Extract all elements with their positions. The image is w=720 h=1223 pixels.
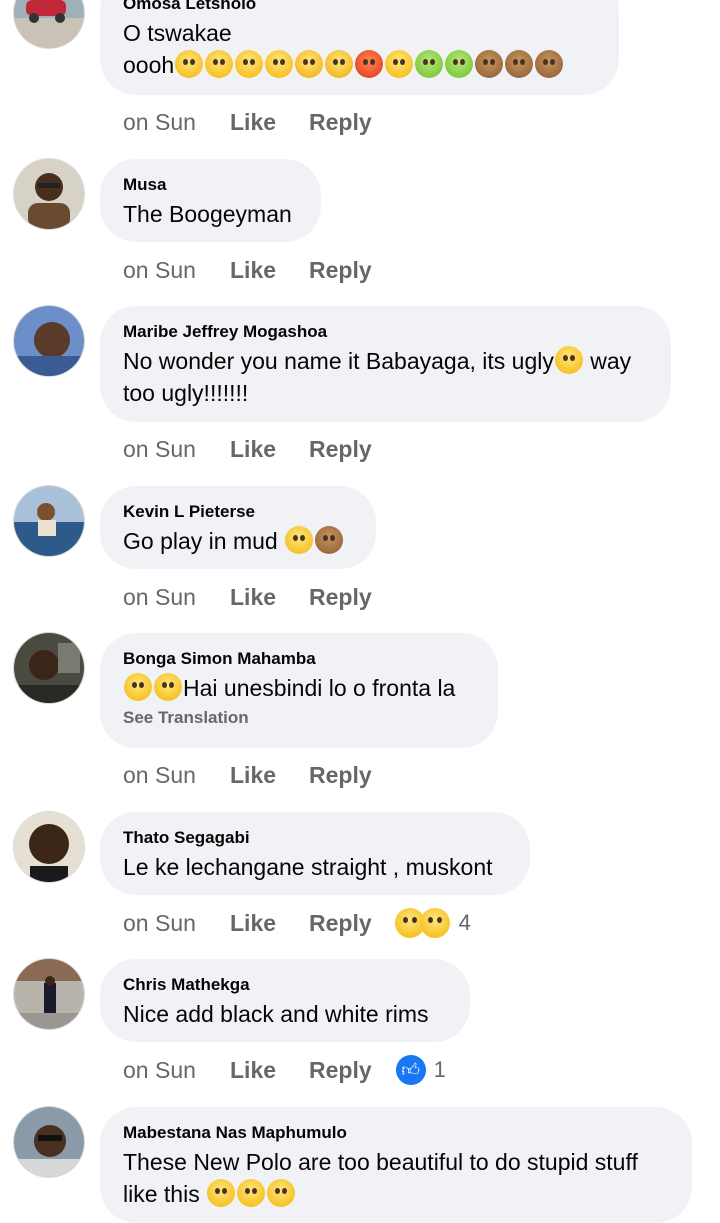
comment-text-line: Go play in mud: [123, 525, 352, 557]
like-button[interactable]: Like: [230, 584, 309, 611]
avatar[interactable]: [14, 633, 84, 703]
comment-author[interactable]: Maribe Jeffrey Mogashoa: [123, 322, 647, 342]
comment-actions: on Sun Like Reply: [123, 581, 372, 613]
comment-text: No wonder you name it Babayaga, its ugly: [123, 348, 554, 374]
reaction-summary[interactable]: 4: [394, 908, 471, 938]
comment-text-line-2: oooh: [123, 49, 595, 81]
see-no-evil-monkey-icon: [315, 526, 344, 554]
comment-text-line-2: like this: [123, 1178, 668, 1210]
comment-bubble: Omosa Letsholo O tswakae oooh: [100, 0, 619, 95]
screaming-emoji-icon: [207, 1179, 236, 1207]
comment-bubble: Maribe Jeffrey Mogashoa No wonder you na…: [100, 306, 671, 422]
comment-text: Nice add black and white rims: [123, 1001, 429, 1027]
crying-emoji-icon: [295, 50, 324, 78]
sad-emoji-icon: [285, 526, 314, 554]
angry-emoji-icon: [355, 50, 384, 78]
comment-author[interactable]: Bonga Simon Mahamba: [123, 649, 474, 669]
tears-of-joy-emoji-icon: [154, 673, 182, 701]
comment-bubble: Kevin L Pieterse Go play in mud: [100, 486, 376, 569]
comment-actions: on Sun Like Reply 👍︎ 1: [123, 1053, 446, 1087]
like-button[interactable]: Like: [230, 1057, 309, 1084]
reply-button[interactable]: Reply: [309, 910, 372, 937]
comment-bubble: Musa The Boogeyman: [100, 159, 321, 242]
like-button[interactable]: Like: [230, 109, 309, 136]
sad-emoji-icon: [554, 346, 583, 374]
nauseated-emoji-icon: [415, 50, 444, 78]
reply-button[interactable]: Reply: [309, 436, 372, 463]
reply-button[interactable]: Reply: [309, 584, 372, 611]
comment-time[interactable]: on Sun: [123, 910, 230, 937]
comment-actions: on Sun Like Reply: [123, 106, 372, 138]
comment-text-continued: like this: [123, 1181, 200, 1207]
comment-author[interactable]: Thato Segagabi: [123, 828, 506, 848]
tears-of-joy-emoji-icon: [124, 673, 152, 701]
avatar[interactable]: [14, 1107, 84, 1177]
comment-bubble: Chris Mathekga Nice add black and white …: [100, 959, 470, 1042]
comment-time[interactable]: on Sun: [123, 762, 230, 789]
comment-author[interactable]: Musa: [123, 175, 297, 195]
comment-actions: on Sun Like Reply: [123, 433, 372, 465]
surprised-emoji-icon: [419, 908, 450, 938]
comment-bubble: Bonga Simon Mahamba Hai unesbindi lo o f…: [100, 633, 498, 748]
annoyed-emoji-icon: [385, 50, 414, 78]
avatar[interactable]: [14, 812, 84, 882]
reaction-count: 4: [458, 910, 471, 935]
reaction-count: 1: [433, 1057, 446, 1082]
reply-button[interactable]: Reply: [309, 257, 372, 284]
avatar[interactable]: [14, 159, 84, 229]
crying-emoji-icon: [325, 50, 354, 78]
comment-text: Go play in mud: [123, 528, 278, 554]
reaction-summary[interactable]: 👍︎ 1: [393, 1053, 446, 1087]
comment-author[interactable]: Omosa Letsholo: [123, 0, 595, 14]
flushed-emoji-icon: [205, 50, 234, 78]
comment-time[interactable]: on Sun: [123, 257, 230, 284]
reply-button[interactable]: Reply: [309, 762, 372, 789]
comment-actions: on Sun Like Reply 4: [123, 907, 471, 939]
comment-time[interactable]: on Sun: [123, 1057, 230, 1084]
avatar[interactable]: [14, 959, 84, 1029]
flushed-emoji-icon: [175, 50, 204, 78]
comment-author[interactable]: Kevin L Pieterse: [123, 502, 352, 522]
comment-text-tail: way: [583, 348, 632, 374]
nauseated-emoji-icon: [445, 50, 474, 78]
comment-text: These New Polo are too beautiful to do s…: [123, 1149, 638, 1175]
comment-time[interactable]: on Sun: [123, 436, 230, 463]
see-translation-link[interactable]: See Translation: [123, 708, 474, 728]
comment-actions: on Sun Like Reply: [123, 759, 372, 791]
avatar[interactable]: [14, 306, 84, 376]
like-button[interactable]: Like: [230, 910, 309, 937]
see-no-evil-monkey-icon: [505, 50, 534, 78]
avatar[interactable]: [14, 486, 84, 556]
comment-bubble: Mabestana Nas Maphumulo These New Polo a…: [100, 1107, 692, 1223]
comment-text: The Boogeyman: [123, 201, 292, 227]
reply-button[interactable]: Reply: [309, 1057, 372, 1084]
tired-emoji-icon: [237, 1179, 266, 1207]
comment-time[interactable]: on Sun: [123, 584, 230, 611]
emoji-row: [174, 50, 564, 78]
flushed-emoji-icon: [235, 50, 264, 78]
flushed-emoji-icon: [265, 50, 294, 78]
comment-text-continued: oooh: [123, 52, 175, 78]
like-button[interactable]: Like: [230, 257, 309, 284]
sweat-emoji-icon: [267, 1179, 296, 1207]
comment-text-continued: too ugly!!!!!!!: [123, 380, 249, 406]
like-button[interactable]: Like: [230, 436, 309, 463]
comment-text-line: Hai unesbindi lo o fronta la: [123, 672, 474, 704]
comment-time[interactable]: on Sun: [123, 109, 230, 136]
comment-text-line-1: No wonder you name it Babayaga, its ugly…: [123, 345, 647, 377]
comment-author[interactable]: Mabestana Nas Maphumulo: [123, 1123, 668, 1143]
comment-actions: on Sun Like Reply: [123, 254, 372, 286]
comment-text: Le ke lechangane straight , muskont: [123, 854, 493, 880]
like-button[interactable]: Like: [230, 762, 309, 789]
thumbs-up-icon: 👍︎: [393, 1053, 428, 1087]
comment-author[interactable]: Chris Mathekga: [123, 975, 446, 995]
see-no-evil-monkey-icon: [535, 50, 564, 78]
comment-text: Hai unesbindi lo o fronta la: [183, 675, 456, 701]
comment-bubble: Thato Segagabi Le ke lechangane straight…: [100, 812, 530, 895]
avatar[interactable]: [14, 0, 84, 48]
reply-button[interactable]: Reply: [309, 109, 372, 136]
comment-text: O tswakae: [123, 20, 232, 46]
see-no-evil-monkey-icon: [475, 50, 504, 78]
